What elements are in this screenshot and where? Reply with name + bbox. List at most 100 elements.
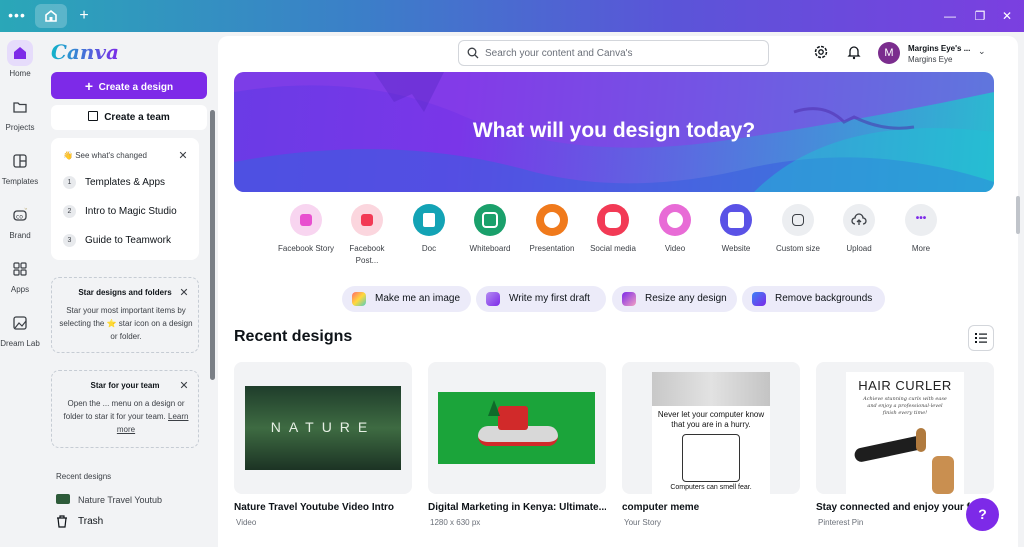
whats-changed-card: 👋 See what's changed ✕ 1 Templates & App… [51, 138, 199, 260]
folder-icon [7, 94, 33, 120]
changed-item-magic-studio[interactable]: Intro to Magic Studio [85, 206, 177, 217]
apps-icon [7, 256, 33, 282]
quick-action-facebook-post[interactable]: Facebook Post... [337, 204, 397, 274]
quick-action-more[interactable]: ••• More [891, 204, 951, 274]
star-designs-title: Star designs and folders [78, 288, 172, 297]
close-icon[interactable]: ✕ [178, 380, 190, 392]
rail-item-home[interactable]: Home [0, 40, 40, 90]
close-icon[interactable]: ✕ [178, 287, 190, 299]
create-team-button[interactable]: Create a team [51, 105, 207, 130]
canva-logo[interactable]: Canva [51, 40, 119, 64]
hair-curler-tagline: Achieve stunning curls with ease and enj… [863, 396, 947, 416]
step-number: 2 [63, 205, 76, 218]
rail-label-templates: Templates [1, 177, 39, 186]
building-icon [88, 111, 99, 121]
resize-icon [622, 292, 636, 306]
rail-item-apps[interactable]: Apps [0, 256, 40, 306]
notification-bell-icon[interactable] [846, 44, 864, 62]
whats-changed-title: 👋 See what's changed [63, 151, 147, 160]
hero-title: What will you design today? [472, 119, 756, 142]
menu-dots-icon[interactable]: ••• [8, 8, 26, 24]
search-icon [467, 47, 479, 59]
changed-item-templates[interactable]: Templates & Apps [85, 177, 165, 188]
quick-action-website[interactable]: Website [706, 204, 766, 274]
chevron-down-icon[interactable]: ⌄ [978, 46, 986, 57]
recent-designs-heading: Recent designs [234, 328, 353, 345]
star-team-card: Star for your team ✕ Open the ... menu o… [51, 370, 199, 448]
recent-design-item-label: Nature Travel Youtub [78, 495, 163, 505]
quick-action-doc[interactable]: Doc [399, 204, 459, 274]
design-thumbnail[interactable] [428, 362, 606, 494]
hero-banner: What will you design today? [234, 72, 994, 192]
video-icon [659, 204, 691, 236]
design-thumbnail[interactable]: NATURE [234, 362, 412, 494]
rail-item-brand[interactable]: co Brand [0, 202, 40, 252]
home-tab[interactable] [35, 4, 67, 28]
restore-button[interactable]: ❐ [970, 6, 990, 26]
nature-thumbnail-image: NATURE [245, 386, 401, 470]
design-subtitle: Your Story [624, 518, 662, 527]
main-content: Search your content and Canva's M Margin… [218, 36, 1018, 547]
resize-design-button[interactable]: Resize any design [612, 286, 737, 312]
remove-background-button[interactable]: Remove backgrounds [742, 286, 885, 312]
step-number: 3 [63, 234, 76, 247]
design-thumbnail[interactable]: HAIR CURLER Achieve stunning curls with … [816, 362, 994, 494]
home-icon [7, 40, 33, 66]
dream-lab-icon [7, 310, 33, 336]
create-design-button[interactable]: + Create a design [51, 72, 207, 99]
quick-action-label: Website [721, 244, 751, 253]
design-card[interactable]: Digital Marketing in Kenya: Ultimate... … [428, 362, 606, 547]
design-card[interactable]: NATURE Nature Travel Youtube Video Intro… [234, 362, 412, 547]
whats-changed-text: See what's changed [75, 151, 148, 160]
help-button[interactable]: ? [966, 498, 999, 531]
write-draft-button[interactable]: Write my first draft [476, 286, 606, 312]
design-thumbnail[interactable]: Never let your computer know that you ar… [622, 362, 800, 494]
quick-action-whiteboard[interactable]: Whiteboard [460, 204, 520, 274]
quick-action-label: Video [664, 244, 686, 253]
avatar[interactable]: M [878, 42, 900, 64]
custom-size-icon [782, 204, 814, 236]
quick-action-label: Whiteboard [469, 244, 511, 253]
rail-item-dream-lab[interactable]: Dream Lab [0, 310, 40, 360]
recent-designs-label: Recent designs [56, 472, 112, 481]
doc-icon [413, 204, 445, 236]
star-team-text: Open the ... menu on a design or folder … [63, 399, 185, 421]
meme-thumbnail-image: Never let your computer know that you ar… [652, 372, 770, 494]
changed-item-teamwork[interactable]: Guide to Teamwork [85, 235, 171, 246]
list-view-button[interactable] [968, 325, 994, 351]
rainbow-icon [352, 292, 366, 306]
star-team-title: Star for your team [90, 381, 160, 390]
pill-label: Make me an image [375, 293, 461, 304]
quick-action-label: Custom size [775, 244, 820, 253]
new-tab-button[interactable]: + [76, 7, 92, 25]
quick-action-facebook-story[interactable]: Facebook Story [276, 204, 336, 274]
design-card[interactable]: Never let your computer know that you ar… [622, 362, 800, 547]
minimize-button[interactable]: — [940, 6, 960, 26]
quick-action-social-media[interactable]: Social media [583, 204, 643, 274]
quick-action-upload[interactable]: Upload [829, 204, 889, 274]
magic-wand-icon [486, 292, 500, 306]
trash-item[interactable]: Trash [54, 512, 214, 534]
upload-cloud-icon [843, 204, 875, 236]
account-name[interactable]: Margins Eye's ... [908, 44, 970, 53]
left-rail: Home Projects Templates co Brand Apps Dr… [0, 32, 40, 547]
search-input[interactable]: Search your content and Canva's [458, 40, 769, 66]
pill-label: Remove backgrounds [775, 293, 873, 304]
side-panel: Canva + Create a design Create a team 👋 … [40, 32, 218, 547]
main-scrollbar[interactable] [1016, 196, 1020, 234]
close-icon[interactable]: ✕ [177, 150, 189, 162]
website-icon [720, 204, 752, 236]
close-window-button[interactable]: ✕ [997, 6, 1017, 26]
make-image-button[interactable]: Make me an image [342, 286, 471, 312]
step-number: 1 [63, 176, 76, 189]
quick-action-custom-size[interactable]: Custom size [768, 204, 828, 274]
rail-item-projects[interactable]: Projects [0, 94, 40, 144]
whiteboard-icon [474, 204, 506, 236]
quick-action-presentation[interactable]: Presentation [522, 204, 582, 274]
panel-scrollbar[interactable] [210, 110, 215, 380]
recent-design-item[interactable]: Nature Travel Youtub [56, 494, 162, 505]
rail-item-templates[interactable]: Templates [0, 148, 40, 198]
star-team-body: Open the ... menu on a design or folder … [58, 397, 194, 436]
settings-gear-icon[interactable] [813, 44, 831, 62]
quick-action-video[interactable]: Video [645, 204, 705, 274]
